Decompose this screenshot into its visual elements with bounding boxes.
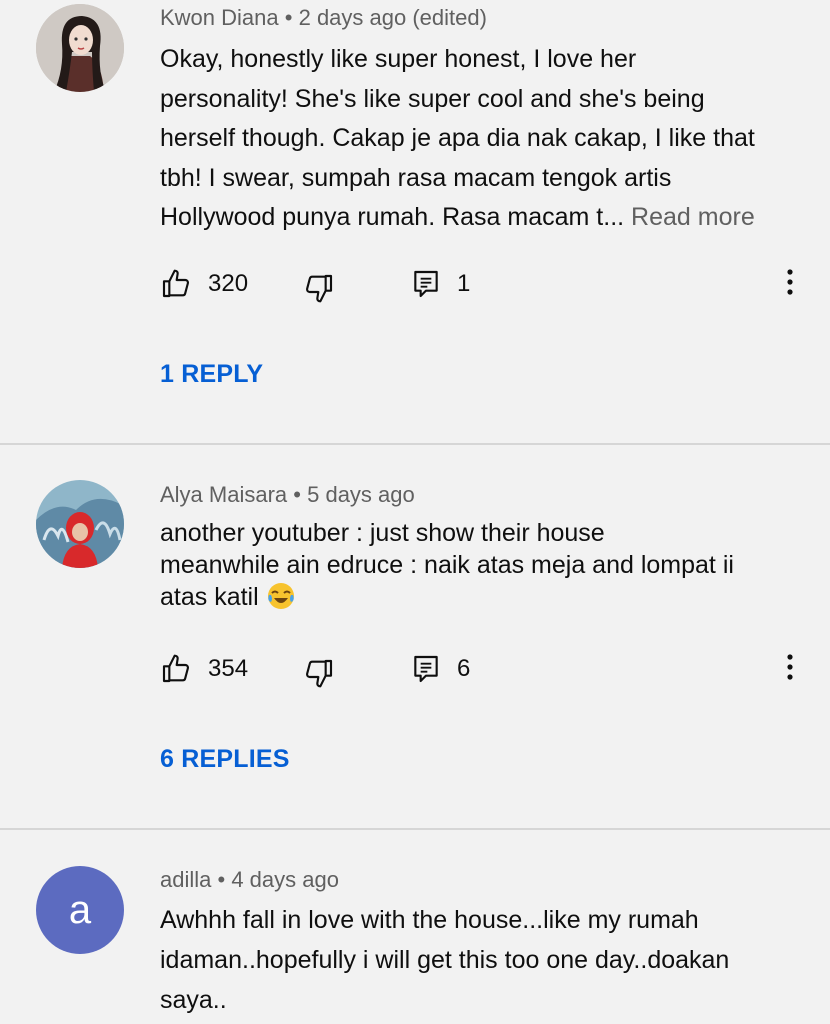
like-count: 354 bbox=[208, 655, 249, 682]
comment-actions: 320 1 bbox=[160, 268, 820, 304]
comment-line: saya.. bbox=[160, 986, 227, 1014]
face-with-tears-of-joy-emoji bbox=[267, 583, 294, 609]
comment-icon[interactable] bbox=[410, 653, 442, 685]
comment-line: meanwhile ain edruce : naik atas meja an… bbox=[160, 551, 734, 579]
comment-text: Okay, honestly like super honest, I love… bbox=[160, 40, 800, 238]
author-name[interactable]: Alya Maisara bbox=[160, 482, 287, 507]
comment-line: Okay, honestly like super honest, I love… bbox=[160, 45, 637, 73]
comment-line: atas katil bbox=[160, 581, 800, 613]
reply-count: 1 bbox=[457, 270, 471, 297]
thumbs-up-icon[interactable] bbox=[160, 268, 192, 300]
view-replies-button[interactable]: 1 REPLY bbox=[160, 360, 263, 389]
comment-line: Hollywood punya rumah. Rasa macam t... R… bbox=[160, 198, 800, 238]
avatar[interactable] bbox=[36, 4, 124, 92]
comment-meta: Kwon Diana • 2 days ago (edited) bbox=[160, 5, 487, 31]
divider bbox=[0, 828, 830, 830]
comment-actions: 354 6 bbox=[160, 653, 820, 689]
more-vert-icon[interactable] bbox=[780, 649, 800, 685]
meta-separator: • bbox=[293, 482, 301, 507]
comment-time: 2 days ago (edited) bbox=[298, 5, 487, 30]
read-more-link[interactable]: Read more bbox=[631, 203, 755, 231]
comment-time: 4 days ago bbox=[231, 867, 339, 892]
comment-line: idaman..hopefully i will get this too on… bbox=[160, 946, 730, 974]
like-count: 320 bbox=[208, 270, 249, 297]
meta-separator: • bbox=[217, 867, 226, 892]
comment-line: tbh! I swear, sumpah rasa macam tengok a… bbox=[160, 163, 672, 192]
thumbs-down-icon[interactable] bbox=[303, 272, 335, 304]
comment-line: herself though. Cakap je apa dia nak cak… bbox=[160, 124, 755, 152]
author-name[interactable]: Kwon Diana bbox=[160, 5, 279, 30]
view-replies-button[interactable]: 6 REPLIES bbox=[160, 745, 290, 774]
comment-line: another youtuber : just show their house bbox=[160, 519, 605, 547]
comment-line: personality! She's like super cool and s… bbox=[160, 84, 705, 113]
comment-text: another youtuber : just show their house… bbox=[160, 517, 800, 613]
meta-separator: • bbox=[284, 5, 293, 30]
comment-text: Awhhh fall in love with the house...like… bbox=[160, 900, 800, 1020]
comment-line: Awhhh fall in love with the house...like… bbox=[160, 906, 699, 934]
comment-time: 5 days ago bbox=[307, 482, 415, 507]
author-name[interactable]: adilla bbox=[160, 867, 211, 892]
comment-line-text: Hollywood punya rumah. Rasa macam t... bbox=[160, 203, 625, 231]
comment-meta: Alya Maisara • 5 days ago bbox=[160, 482, 415, 508]
reply-count: 6 bbox=[457, 655, 471, 682]
thumbs-down-icon[interactable] bbox=[303, 657, 335, 689]
more-vert-icon[interactable] bbox=[780, 264, 800, 300]
comment-icon[interactable] bbox=[410, 268, 442, 300]
divider bbox=[0, 443, 830, 445]
thumbs-up-icon[interactable] bbox=[160, 653, 192, 685]
avatar[interactable]: a bbox=[36, 866, 124, 954]
comment-line-text: atas katil bbox=[160, 583, 259, 611]
avatar[interactable] bbox=[36, 480, 124, 568]
comment-meta: adilla • 4 days ago bbox=[160, 867, 339, 893]
